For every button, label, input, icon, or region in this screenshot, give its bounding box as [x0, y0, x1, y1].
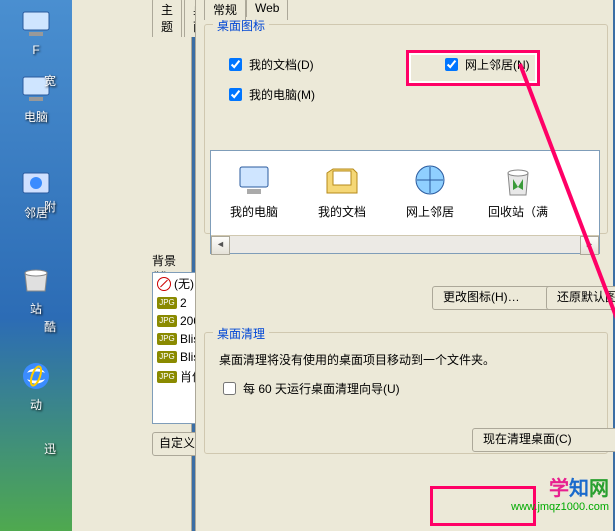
scroll-right-button[interactable]: ► — [580, 236, 599, 255]
icon-item-my-documents[interactable]: 我的文档 — [307, 161, 377, 220]
scroll-left-button[interactable]: ◄ — [211, 236, 230, 255]
jpg-icon: JPG — [157, 333, 177, 345]
watermark: 学知网 www.jmqz1000.com — [511, 472, 609, 513]
desktop-shortcut[interactable]: 站 — [0, 263, 72, 317]
checkbox-my-computer[interactable]: 我的电脑(M) — [225, 85, 315, 104]
icon-item-network[interactable]: 网上邻居 — [395, 161, 465, 220]
desktop-shortcut-label: 动 — [30, 396, 42, 413]
desktop-shortcut[interactable]: F — [0, 6, 72, 57]
desktop-shortcut[interactable]: 电脑 — [0, 71, 72, 125]
watermark-brand: 学知网 — [511, 472, 609, 501]
restore-default-icon-button[interactable]: 还原默认图标(S) — [546, 286, 615, 310]
cleanup-description: 桌面清理将没有使用的桌面项目移动到一个文件夹。 — [219, 351, 495, 368]
desktop-shortcut-label: 酷 — [44, 318, 56, 335]
desktop-shortcut-label: 站 — [30, 300, 42, 317]
checkbox-my-documents[interactable]: 我的文档(D) — [225, 55, 314, 74]
icon-label: 我的电脑 — [230, 203, 278, 220]
watermark-url: www.jmqz1000.com — [511, 501, 609, 513]
display-properties-panel: 主题 桌面 背景(K): (无) JPG2 JPG200952E JPGBlis… — [72, 0, 192, 531]
jpg-icon: JPG — [157, 351, 177, 363]
checkbox-input[interactable] — [223, 382, 236, 395]
desktop-shortcut-label: 电脑 — [24, 108, 48, 125]
jpg-icon: JPG — [157, 371, 177, 383]
desktop-shortcut-ie[interactable]: 动 — [0, 359, 72, 413]
checkbox-input[interactable] — [229, 88, 242, 101]
icon-item-my-computer[interactable]: 我的电脑 — [219, 161, 289, 220]
desktop-shortcut[interactable]: 邻居 — [0, 167, 72, 221]
desktop-shortcut-label: F — [32, 43, 39, 57]
checkbox-label: 我的文档(D) — [249, 56, 314, 73]
icon-label: 回收站（满 — [488, 203, 548, 220]
change-icon-button[interactable]: 更改图标(H)… — [432, 286, 556, 310]
tab-general[interactable]: 常规 — [204, 0, 246, 20]
icon-label: 网上邻居 — [406, 203, 454, 220]
horizontal-scrollbar[interactable]: ◄ ► — [211, 235, 599, 253]
xp-desktop-strip: F 电脑 宽 邻居 附 站 酷 动 迅 — [0, 0, 72, 531]
desktop-icon-preview-list[interactable]: 我的电脑 我的文档 网上邻居 回收站（满 ◄ ► — [210, 150, 600, 254]
icon-item-recycle-bin[interactable]: 回收站（满 — [483, 161, 553, 220]
clean-desktop-now-button[interactable]: 现在清理桌面(C) — [472, 428, 615, 452]
tab-theme[interactable]: 主题 — [152, 0, 182, 37]
desktop-shortcut-label: 迅 — [44, 440, 56, 457]
jpg-icon: JPG — [157, 315, 177, 327]
checkbox-cleanup-wizard[interactable]: 每 60 天运行桌面清理向导(U) — [219, 379, 400, 398]
checkbox-label: 每 60 天运行桌面清理向导(U) — [243, 380, 400, 397]
desktop-items-dialog: 常规 Web 桌面图标 我的文档(D) 网上邻居(N) 我的电脑(M) — [195, 0, 613, 531]
annotation-highlight — [406, 50, 540, 86]
group-legend: 桌面清理 — [213, 325, 269, 342]
checkbox-label: 我的电脑(M) — [249, 86, 315, 103]
icon-label: 我的文档 — [318, 203, 366, 220]
desktop-shortcut-label: 宽 — [44, 72, 56, 89]
checkbox-input[interactable] — [229, 58, 242, 71]
none-icon — [157, 277, 171, 291]
desktop-shortcut-label: 附 — [44, 198, 56, 215]
jpg-icon: JPG — [157, 297, 177, 309]
